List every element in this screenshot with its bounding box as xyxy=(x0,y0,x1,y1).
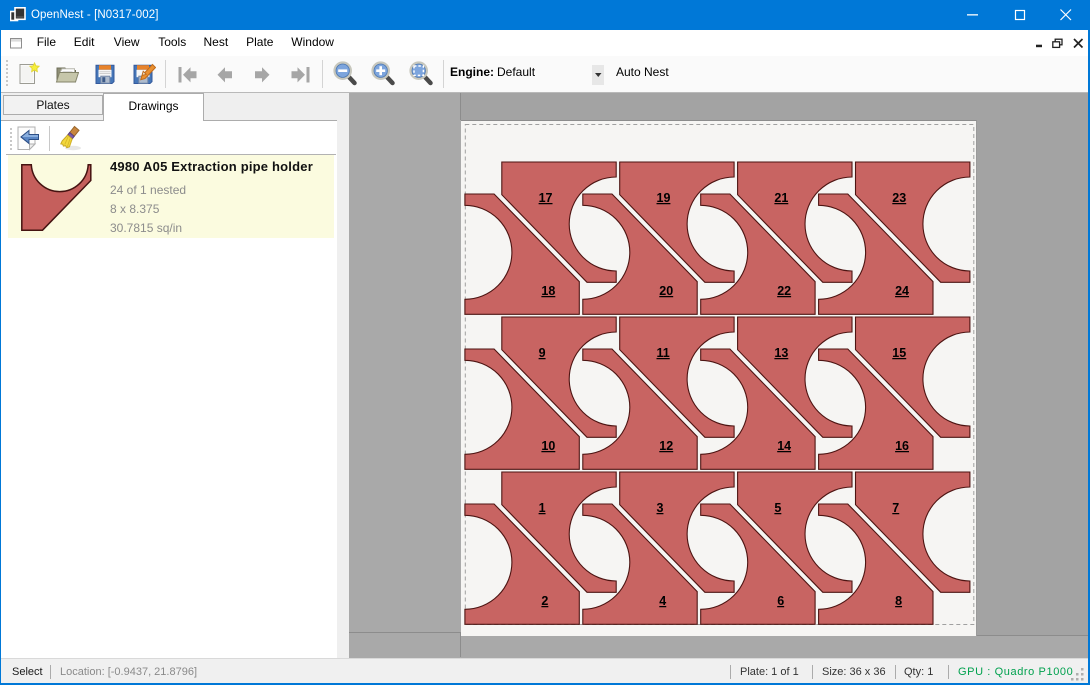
svg-text:5: 5 xyxy=(774,501,781,515)
svg-text:20: 20 xyxy=(659,284,673,298)
svg-text:4: 4 xyxy=(659,594,666,608)
svg-text:18: 18 xyxy=(541,284,555,298)
svg-text:2: 2 xyxy=(541,594,548,608)
svg-text:1: 1 xyxy=(539,501,546,515)
svg-text:24: 24 xyxy=(895,284,909,298)
svg-text:11: 11 xyxy=(657,346,670,360)
svg-text:3: 3 xyxy=(657,501,664,515)
svg-text:13: 13 xyxy=(774,346,788,360)
svg-text:22: 22 xyxy=(777,284,791,298)
svg-text:7: 7 xyxy=(892,501,899,515)
svg-text:8: 8 xyxy=(895,594,902,608)
svg-text:16: 16 xyxy=(895,439,909,453)
svg-text:6: 6 xyxy=(777,594,784,608)
svg-text:14: 14 xyxy=(777,439,791,453)
svg-text:23: 23 xyxy=(892,191,906,205)
svg-text:17: 17 xyxy=(539,191,553,205)
svg-text:19: 19 xyxy=(657,191,671,205)
svg-text:9: 9 xyxy=(539,346,546,360)
svg-text:12: 12 xyxy=(659,439,673,453)
svg-text:21: 21 xyxy=(774,191,788,205)
svg-text:10: 10 xyxy=(541,439,555,453)
svg-text:15: 15 xyxy=(892,346,906,360)
